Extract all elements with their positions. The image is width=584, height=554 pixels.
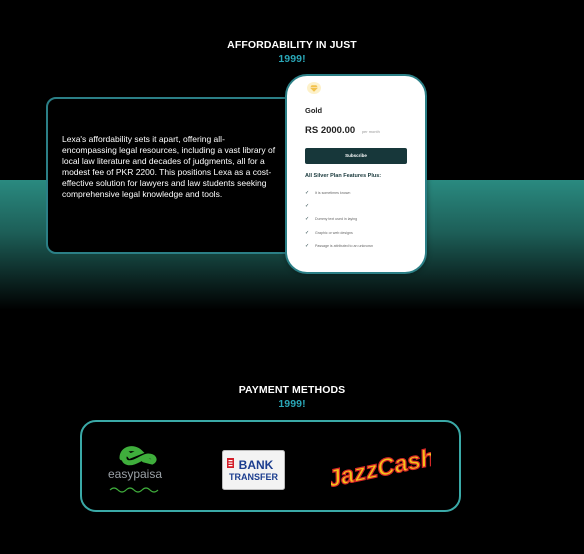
- payment-methods-card: easypaisa BANK TRANSFER JazzCash: [80, 420, 461, 512]
- pricing-card-gold: Gold RS 2000.00 per month Subscribe All …: [285, 74, 427, 274]
- bank-line1: BANK: [239, 458, 274, 472]
- subscribe-button[interactable]: Subscribe: [305, 148, 407, 164]
- feature-item: ✓ Passage is attributed to an unknown: [305, 242, 373, 249]
- feature-item: ✓ Dummy text used in laying: [305, 216, 358, 223]
- check-icon: ✓: [305, 216, 310, 223]
- jazzcash-wordmark: JazzCash: [331, 444, 431, 492]
- plan-price: RS 2000.00: [305, 125, 356, 136]
- affordability-heading: AFFORDABILITY IN JUST 1999!: [0, 39, 584, 65]
- bank-line2: TRANSFER: [229, 472, 278, 482]
- features-list: ✓ It is sometimes known ✓ ✓ Dummy text use…: [305, 186, 373, 252]
- check-icon: ✓: [305, 189, 310, 196]
- affordability-accent: 1999!: [278, 53, 306, 65]
- features-title: All Silver Plan Features Plus:: [305, 173, 382, 179]
- payment-heading: PAYMENT METHODS 1999!: [0, 384, 584, 410]
- check-icon: ✓: [305, 229, 310, 236]
- feature-item: ✓: [305, 199, 373, 212]
- payment-title: PAYMENT METHODS: [238, 384, 346, 396]
- check-icon: ✓: [305, 202, 310, 209]
- plan-period: per month: [361, 129, 380, 134]
- plan-name: Gold: [305, 106, 323, 115]
- payment-accent: 1999!: [278, 398, 306, 410]
- easypaisa-logo[interactable]: easypaisa: [100, 444, 170, 496]
- bank-transfer-logo[interactable]: BANK TRANSFER: [222, 450, 285, 490]
- check-icon: ✓: [305, 242, 310, 249]
- feature-item: ✓ Graphic or web designs: [305, 229, 353, 236]
- jazzcash-logo[interactable]: JazzCash: [324, 442, 438, 493]
- affordability-title: AFFORDABILITY IN JUST: [227, 39, 357, 51]
- easypaisa-wordmark: easypaisa: [108, 467, 162, 481]
- affordability-text-card: Lexa's affordability sets it apart, offe…: [46, 97, 306, 254]
- affordability-body: Lexa's affordability sets it apart, offe…: [62, 134, 276, 199]
- plan-price-row: RS 2000.00 per month: [305, 125, 380, 136]
- diamond-icon: [307, 82, 321, 94]
- feature-item: ✓ It is sometimes known: [305, 189, 351, 196]
